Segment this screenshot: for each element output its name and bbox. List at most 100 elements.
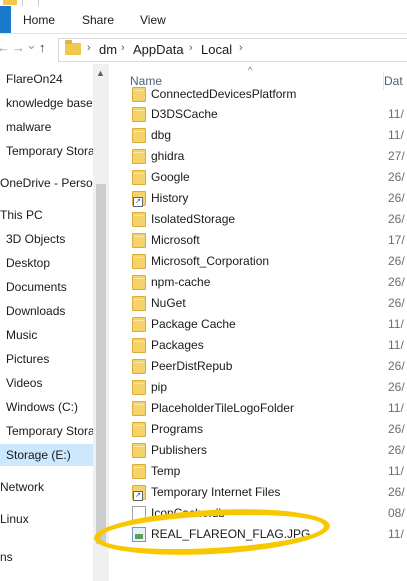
nav-item-linux[interactable]: Linux — [0, 508, 94, 530]
ribbon-tabs: Home Share View — [0, 6, 407, 34]
folder-icon — [132, 149, 146, 164]
file-row[interactable]: Packages 11/ — [110, 335, 407, 356]
file-name: dbg — [151, 128, 172, 142]
nav-item-downloads[interactable]: Downloads — [6, 300, 94, 322]
file-row[interactable]: npm-cache 26/ — [110, 272, 407, 293]
tab-share[interactable]: Share — [82, 13, 114, 27]
forward-button[interactable]: → — [12, 40, 25, 56]
file-date: 26/ — [388, 170, 405, 184]
file-name: Package Cache — [151, 317, 236, 331]
file-row[interactable]: Google 26/ — [110, 167, 407, 188]
folder-icon — [132, 275, 146, 290]
back-button[interactable]: ← — [0, 40, 10, 56]
folder-icon — [132, 233, 146, 248]
navigation-scrollbar[interactable]: ▲ ▼ — [93, 64, 109, 581]
recent-locations-button[interactable]: ⌄ — [26, 37, 37, 53]
nav-item-this-pc[interactable]: This PC — [0, 204, 94, 226]
file-name: NuGet — [151, 296, 186, 310]
up-button[interactable]: ↑ — [39, 40, 46, 56]
folder-icon — [132, 359, 146, 374]
file-date: 26/ — [388, 296, 405, 310]
folder-icon — [132, 443, 146, 458]
nav-item-network[interactable]: Network — [0, 476, 94, 498]
file-name: History — [151, 191, 189, 205]
file-date: 11/ — [388, 527, 404, 541]
folder-icon — [132, 170, 146, 185]
file-date: 11/ — [388, 464, 404, 478]
file-row[interactable]: ConnectedDevicesPlatform — [110, 84, 407, 105]
file-date: 26/ — [388, 485, 405, 499]
nav-item-videos[interactable]: Videos — [6, 372, 94, 394]
file-date: 08/ — [388, 506, 405, 520]
file-date: 26/ — [388, 212, 405, 226]
file-name: D3DSCache — [151, 107, 218, 121]
file-date: 11/ — [388, 107, 404, 121]
breadcrumb-separator: › — [239, 42, 243, 54]
scroll-up-arrow-icon[interactable]: ▲ — [96, 68, 105, 78]
file-row[interactable]: ghidra 27/ — [110, 146, 407, 167]
shortcut-folder-icon — [132, 191, 146, 207]
file-name: Temporary Internet Files — [151, 485, 281, 499]
nav-item-desktop[interactable]: Desktop — [6, 252, 94, 274]
nav-item-storage-e[interactable]: Storage (E:) — [0, 444, 94, 466]
breadcrumb-dm[interactable]: dm — [99, 42, 117, 57]
nav-item-onedrive[interactable]: OneDrive - Persor — [0, 172, 94, 194]
tab-home[interactable]: Home — [23, 13, 55, 27]
scrollbar-thumb[interactable] — [96, 184, 106, 544]
file-name: PeerDistRepub — [151, 359, 233, 373]
file-row[interactable]: NuGet 26/ — [110, 293, 407, 314]
address-bar[interactable]: › dm › AppData › Local › — [58, 38, 407, 62]
nav-item-temporary-storage[interactable]: Temporary Stora — [6, 140, 94, 162]
breadcrumb-appdata[interactable]: AppData — [133, 42, 184, 57]
folder-icon — [132, 107, 146, 122]
file-name: pip — [151, 380, 168, 394]
folder-icon — [132, 296, 146, 311]
nav-item-documents[interactable]: Documents — [6, 276, 94, 298]
file-date: 26/ — [388, 275, 405, 289]
file-date: 26/ — [388, 443, 405, 457]
folder-icon — [132, 338, 146, 353]
file-list: ^ Name Dat ConnectedDevicesPlatform D3DS… — [110, 64, 407, 581]
file-row[interactable]: Temporary Internet Files 26/ — [110, 482, 407, 503]
nav-item-temporary-storage-drive[interactable]: Temporary Stora — [6, 420, 94, 442]
file-date: 11/ — [388, 317, 404, 331]
file-row[interactable]: Publishers 26/ — [110, 440, 407, 461]
file-row[interactable]: Microsoft 17/ — [110, 230, 407, 251]
file-date: 11/ — [388, 338, 404, 352]
nav-item-windows-c[interactable]: Windows (C:) — [6, 396, 94, 418]
folder-icon — [132, 422, 146, 437]
file-tab[interactable] — [0, 6, 11, 33]
nav-item-pictures[interactable]: Pictures — [6, 348, 94, 370]
file-row[interactable]: Temp 11/ — [110, 461, 407, 482]
tab-view[interactable]: View — [140, 13, 166, 27]
file-name: Packages — [151, 338, 204, 352]
folder-icon — [132, 254, 146, 269]
nav-item-music[interactable]: Music — [6, 324, 94, 346]
file-row[interactable]: Package Cache 11/ — [110, 314, 407, 335]
file-date: 26/ — [388, 191, 405, 205]
nav-item-3d-objects[interactable]: 3D Objects — [6, 228, 94, 250]
breadcrumb-local[interactable]: Local — [201, 42, 232, 57]
file-date: 26/ — [388, 254, 405, 268]
nav-item-knowledge-base[interactable]: knowledge base — [6, 92, 94, 114]
file-row[interactable]: PeerDistRepub 26/ — [110, 356, 407, 377]
file-date: 11/ — [388, 128, 404, 142]
shortcut-folder-icon — [132, 485, 146, 501]
file-date: 11/ — [388, 401, 404, 415]
file-date: 27/ — [388, 149, 405, 163]
file-row[interactable]: pip 26/ — [110, 377, 407, 398]
nav-item-malware[interactable]: malware — [6, 116, 94, 138]
file-row[interactable]: PlaceholderTileLogoFolder 11/ — [110, 398, 407, 419]
folder-icon — [132, 212, 146, 227]
file-row[interactable]: Programs 26/ — [110, 419, 407, 440]
file-row[interactable]: Microsoft_Corporation 26/ — [110, 251, 407, 272]
file-row[interactable]: dbg 11/ — [110, 125, 407, 146]
file-date: 26/ — [388, 380, 405, 394]
nav-item-cropped[interactable]: ns — [0, 546, 94, 568]
nav-item-flareon24[interactable]: FlareOn24 — [6, 68, 94, 90]
file-name: Google — [151, 170, 190, 184]
file-row[interactable]: D3DSCache 11/ — [110, 104, 407, 125]
file-row[interactable]: History 26/ — [110, 188, 407, 209]
file-row[interactable]: IsolatedStorage 26/ — [110, 209, 407, 230]
file-name: Microsoft — [151, 233, 200, 247]
